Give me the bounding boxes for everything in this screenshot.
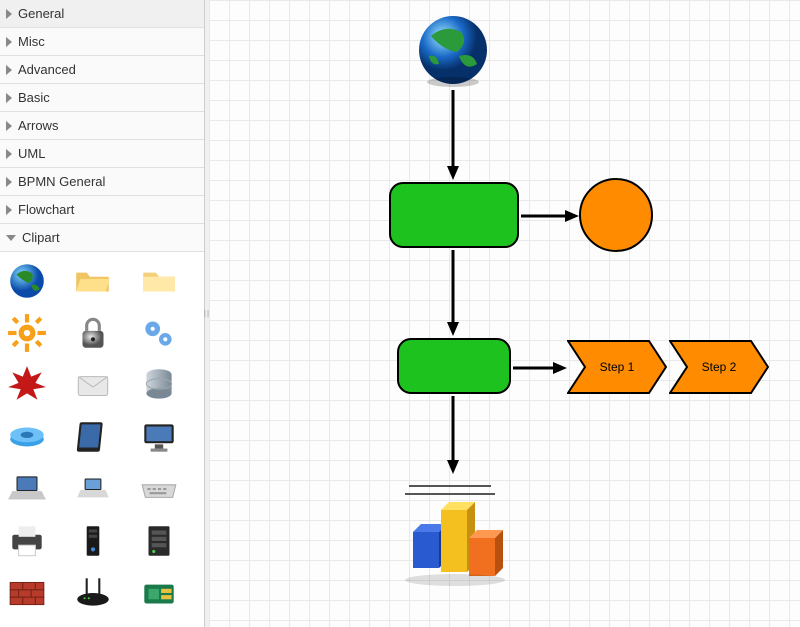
category-label: Misc <box>18 34 45 49</box>
edge-arrow[interactable] <box>447 396 459 474</box>
tower-icon[interactable] <box>72 520 114 562</box>
monitor-icon[interactable] <box>138 416 180 458</box>
category-label: General <box>18 6 64 21</box>
category-label: Clipart <box>22 230 60 245</box>
drive-card-icon[interactable] <box>138 572 180 614</box>
category-flowchart[interactable]: Flowchart <box>0 196 204 224</box>
category-label: UML <box>18 146 45 161</box>
globe-icon[interactable] <box>6 260 48 302</box>
laptop-small-icon[interactable] <box>72 468 114 510</box>
printer-icon[interactable] <box>6 520 48 562</box>
network-disc-icon[interactable] <box>6 416 48 458</box>
diagram-canvas[interactable]: Step 1 Step 2 <box>209 0 800 627</box>
chevron-right-icon <box>6 121 12 131</box>
chevron-down-icon <box>6 235 16 241</box>
starburst-icon[interactable] <box>6 364 48 406</box>
category-advanced[interactable]: Advanced <box>0 56 204 84</box>
edge-arrow[interactable] <box>521 210 579 222</box>
canvas-step-2[interactable]: Step 2 <box>669 340 769 394</box>
category-clipart[interactable]: Clipart <box>0 224 204 252</box>
server-icon[interactable] <box>138 520 180 562</box>
category-arrows[interactable]: Arrows <box>0 112 204 140</box>
canvas-process-1[interactable] <box>389 182 519 248</box>
chevron-right-icon <box>6 65 12 75</box>
category-general[interactable]: General <box>0 0 204 28</box>
category-label: Arrows <box>18 118 58 133</box>
shape-palette-sidebar: General Misc Advanced Basic Arrows UML B… <box>0 0 205 627</box>
category-misc[interactable]: Misc <box>0 28 204 56</box>
laptop-icon[interactable] <box>6 468 48 510</box>
folder-open-icon[interactable] <box>72 260 114 302</box>
database-icon[interactable] <box>138 364 180 406</box>
chevron-right-icon <box>6 149 12 159</box>
step-label: Step 2 <box>669 340 769 394</box>
category-basic[interactable]: Basic <box>0 84 204 112</box>
category-label: Flowchart <box>18 202 74 217</box>
step-label: Step 1 <box>567 340 667 394</box>
canvas-globe-node[interactable] <box>413 10 493 90</box>
clipart-grid <box>0 252 204 622</box>
router-icon[interactable] <box>72 572 114 614</box>
category-bpmn-general[interactable]: BPMN General <box>0 168 204 196</box>
chevron-right-icon <box>6 37 12 47</box>
keyboard-icon[interactable] <box>138 468 180 510</box>
canvas-bar-chart-node[interactable] <box>395 476 515 586</box>
canvas-process-2[interactable] <box>397 338 511 394</box>
chevron-right-icon <box>6 177 12 187</box>
canvas-step-1[interactable]: Step 1 <box>567 340 667 394</box>
category-label: Basic <box>18 90 50 105</box>
gear-icon[interactable] <box>6 312 48 354</box>
edge-arrow[interactable] <box>513 362 567 374</box>
chevron-right-icon <box>6 9 12 19</box>
chevron-right-icon <box>6 205 12 215</box>
envelope-icon[interactable] <box>72 364 114 406</box>
tablet-icon[interactable] <box>72 416 114 458</box>
edge-arrow[interactable] <box>447 250 459 336</box>
folder-icon[interactable] <box>138 260 180 302</box>
gears-blue-icon[interactable] <box>138 312 180 354</box>
lock-icon[interactable] <box>72 312 114 354</box>
category-label: Advanced <box>18 62 76 77</box>
category-label: BPMN General <box>18 174 105 189</box>
edge-arrow[interactable] <box>447 90 459 180</box>
category-uml[interactable]: UML <box>0 140 204 168</box>
chevron-right-icon <box>6 93 12 103</box>
canvas-circle-node[interactable] <box>579 178 653 252</box>
firewall-icon[interactable] <box>6 572 48 614</box>
